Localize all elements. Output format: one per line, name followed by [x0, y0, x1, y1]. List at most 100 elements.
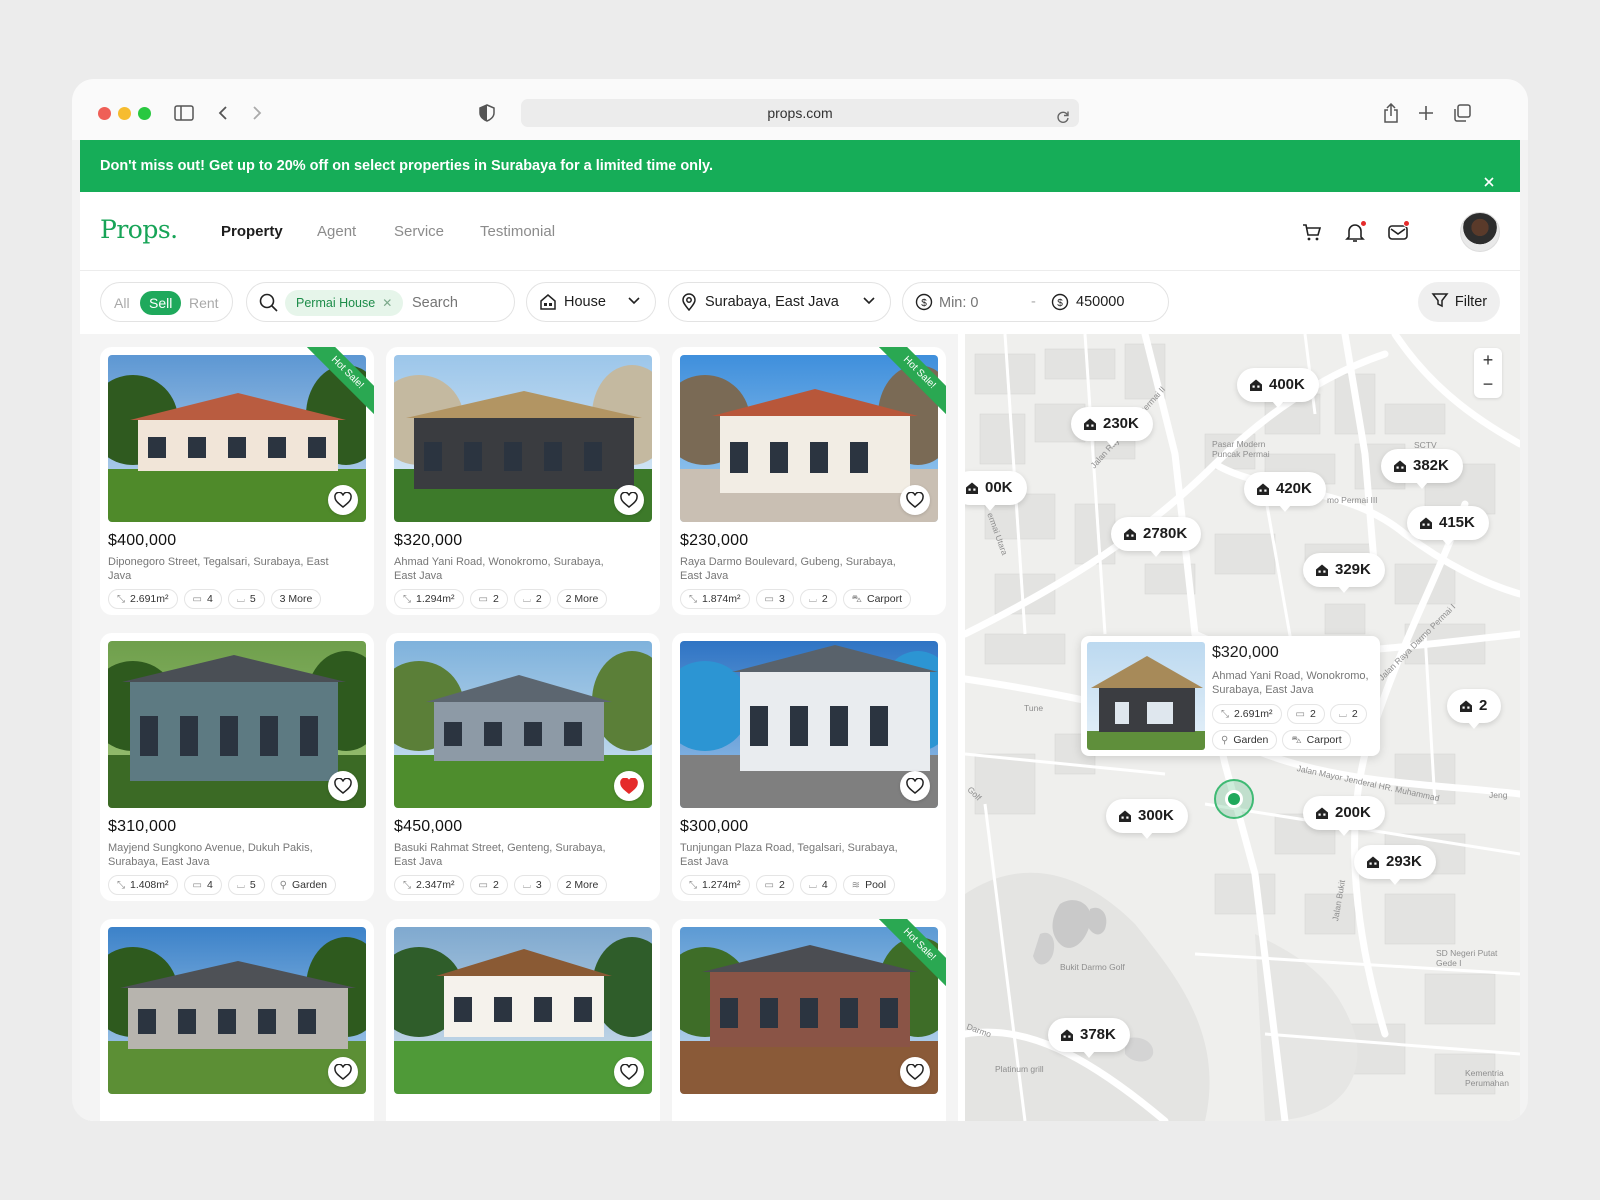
current-location-pin[interactable]	[1214, 779, 1254, 819]
bed-icon: ▭	[478, 879, 488, 891]
nav-link-property[interactable]: Property	[221, 223, 283, 240]
map-price-marker[interactable]: 420K	[1244, 472, 1326, 512]
segment-rent[interactable]: Rent	[189, 291, 219, 315]
map-price-marker[interactable]: 415K	[1407, 506, 1489, 546]
mail-icon[interactable]	[1387, 220, 1410, 243]
dollar-icon: $	[1051, 293, 1069, 315]
property-card[interactable]: Hot Sale! $230,000 Raya Darmo Boulevard, G…	[672, 347, 946, 615]
favorite-heart-icon[interactable]	[328, 485, 358, 515]
back-arrow-icon[interactable]	[211, 101, 235, 125]
logo[interactable]: Props.	[100, 215, 178, 244]
favorite-heart-icon[interactable]	[900, 1057, 930, 1087]
property-card[interactable]: Hot Sale!	[672, 919, 946, 1121]
map-property-popup[interactable]: $320,000 Ahmad Yani Road, Wonokromo, Sur…	[1081, 636, 1380, 756]
map-price-marker[interactable]: 230K	[1071, 407, 1153, 447]
more-features-button[interactable]: 2 More	[556, 589, 608, 609]
property-address: Tunjungan Plaza Road, Tegalsari, Surabay…	[680, 842, 898, 868]
tab-overview-icon[interactable]	[1450, 101, 1474, 125]
feature-value: Pool	[865, 878, 887, 891]
min-price-input[interactable]	[939, 292, 1009, 314]
property-card[interactable]	[100, 919, 374, 1121]
chip-remove-icon[interactable]: ✕	[382, 296, 392, 310]
nav-link-service[interactable]: Service	[394, 223, 444, 240]
favorite-heart-icon[interactable]	[900, 771, 930, 801]
map-price-marker[interactable]: 378K	[1048, 1018, 1130, 1058]
house-icon	[1460, 700, 1472, 712]
range-separator: -	[1031, 294, 1036, 310]
map-view[interactable]: + − Pasar Modern Puncak Permai SCTV Jala…	[965, 334, 1520, 1121]
cart-icon[interactable]	[1301, 221, 1323, 243]
property-card[interactable]: $310,000 Mayjend Sungkono Avenue, Dukuh P…	[100, 633, 374, 901]
house-icon	[966, 482, 978, 494]
favorite-heart-icon[interactable]	[614, 485, 644, 515]
bell-icon[interactable]	[1344, 220, 1367, 243]
map-price-marker[interactable]: 2	[1447, 689, 1502, 729]
property-card[interactable]: $450,000 Basuki Rahmat Street, Genteng, S…	[386, 633, 660, 901]
feature-value: 2	[535, 592, 542, 605]
favorite-heart-icon[interactable]	[328, 771, 358, 801]
leaf-icon: ⚲	[279, 879, 287, 891]
map-price-marker[interactable]: 400K	[1237, 368, 1319, 408]
favorite-heart-icon[interactable]	[328, 1057, 358, 1087]
map-price-marker[interactable]: 2780K	[1111, 517, 1202, 557]
property-card[interactable]	[386, 919, 660, 1121]
new-tab-icon[interactable]	[1414, 101, 1438, 125]
avatar[interactable]	[1460, 212, 1500, 252]
search-input[interactable]	[412, 292, 502, 314]
map-price-marker[interactable]: 293K	[1354, 845, 1436, 885]
area-icon: ⤡	[403, 593, 411, 605]
property-features: ⤡ 2.347m² ▭ 2 ⌴ 3 2 More	[394, 875, 608, 895]
minimize-window-button[interactable]	[118, 107, 131, 120]
map-price-marker[interactable]: 329K	[1303, 553, 1385, 593]
favorite-heart-icon[interactable]	[614, 771, 644, 801]
map-label: Tune	[1024, 703, 1044, 713]
map-price-marker[interactable]: 200K	[1303, 796, 1385, 836]
zoom-in-button[interactable]: +	[1474, 348, 1502, 372]
sidebar-toggle-icon[interactable]	[172, 101, 196, 125]
map-price-marker[interactable]: 300K	[1106, 799, 1188, 839]
segment-all[interactable]: All	[114, 291, 130, 315]
map-price-marker[interactable]: 00K	[965, 471, 1027, 511]
reload-icon[interactable]	[1056, 105, 1070, 133]
address-bar[interactable]: props.com	[521, 99, 1079, 127]
search-chip[interactable]: Permai House ✕	[285, 290, 404, 316]
bath-icon: ⌴	[1338, 708, 1347, 720]
marker-price: 400K	[1269, 376, 1305, 393]
map-label: Bukit Darmo Golf	[1060, 962, 1125, 972]
favorite-heart-icon[interactable]	[900, 485, 930, 515]
close-icon[interactable]	[1482, 159, 1496, 187]
nav-link-agent[interactable]: Agent	[317, 223, 356, 240]
property-type-select[interactable]: House	[526, 282, 656, 322]
feature-value: Garden	[292, 878, 328, 891]
property-card[interactable]: Hot Sale! $400,000 Diponegoro Street, Tega…	[100, 347, 374, 615]
max-price-value[interactable]: 450000	[1076, 294, 1124, 310]
more-features-button[interactable]: 3 More	[270, 589, 322, 609]
forward-arrow-icon[interactable]	[245, 101, 269, 125]
bedroom-feature: ▭ 2	[469, 589, 508, 609]
property-card[interactable]: $300,000 Tunjungan Plaza Road, Tegalsari,…	[672, 633, 946, 901]
zoom-out-button[interactable]: −	[1474, 372, 1502, 396]
map-label: Jeng	[1489, 790, 1508, 800]
marker-price: 378K	[1080, 1026, 1116, 1043]
location-select[interactable]: Surabaya, East Java	[668, 282, 891, 322]
filter-button[interactable]: Filter	[1418, 282, 1500, 322]
privacy-shield-icon[interactable]	[475, 101, 499, 125]
property-price: $400,000	[108, 532, 177, 549]
marker-price: 200K	[1335, 804, 1371, 821]
house-icon	[1316, 807, 1328, 819]
marker-price: 382K	[1413, 457, 1449, 474]
bathroom-feature: ⌴ 3	[513, 875, 551, 895]
feature-value: 5	[249, 592, 256, 605]
maximize-window-button[interactable]	[138, 107, 151, 120]
favorite-heart-icon[interactable]	[614, 1057, 644, 1087]
map-price-marker[interactable]: 382K	[1381, 449, 1463, 489]
segment-sell[interactable]: Sell	[140, 291, 182, 315]
share-icon[interactable]	[1379, 101, 1403, 125]
marker-price: 2780K	[1143, 525, 1188, 542]
close-window-button[interactable]	[98, 107, 111, 120]
search-icon	[259, 293, 278, 316]
more-features-button[interactable]: 2 More	[556, 875, 608, 895]
property-address: Ahmad Yani Road, Wonokromo, Surabaya, Ea…	[394, 556, 604, 582]
nav-link-testimonial[interactable]: Testimonial	[480, 223, 555, 240]
property-card[interactable]: $320,000 Ahmad Yani Road, Wonokromo, Sura…	[386, 347, 660, 615]
